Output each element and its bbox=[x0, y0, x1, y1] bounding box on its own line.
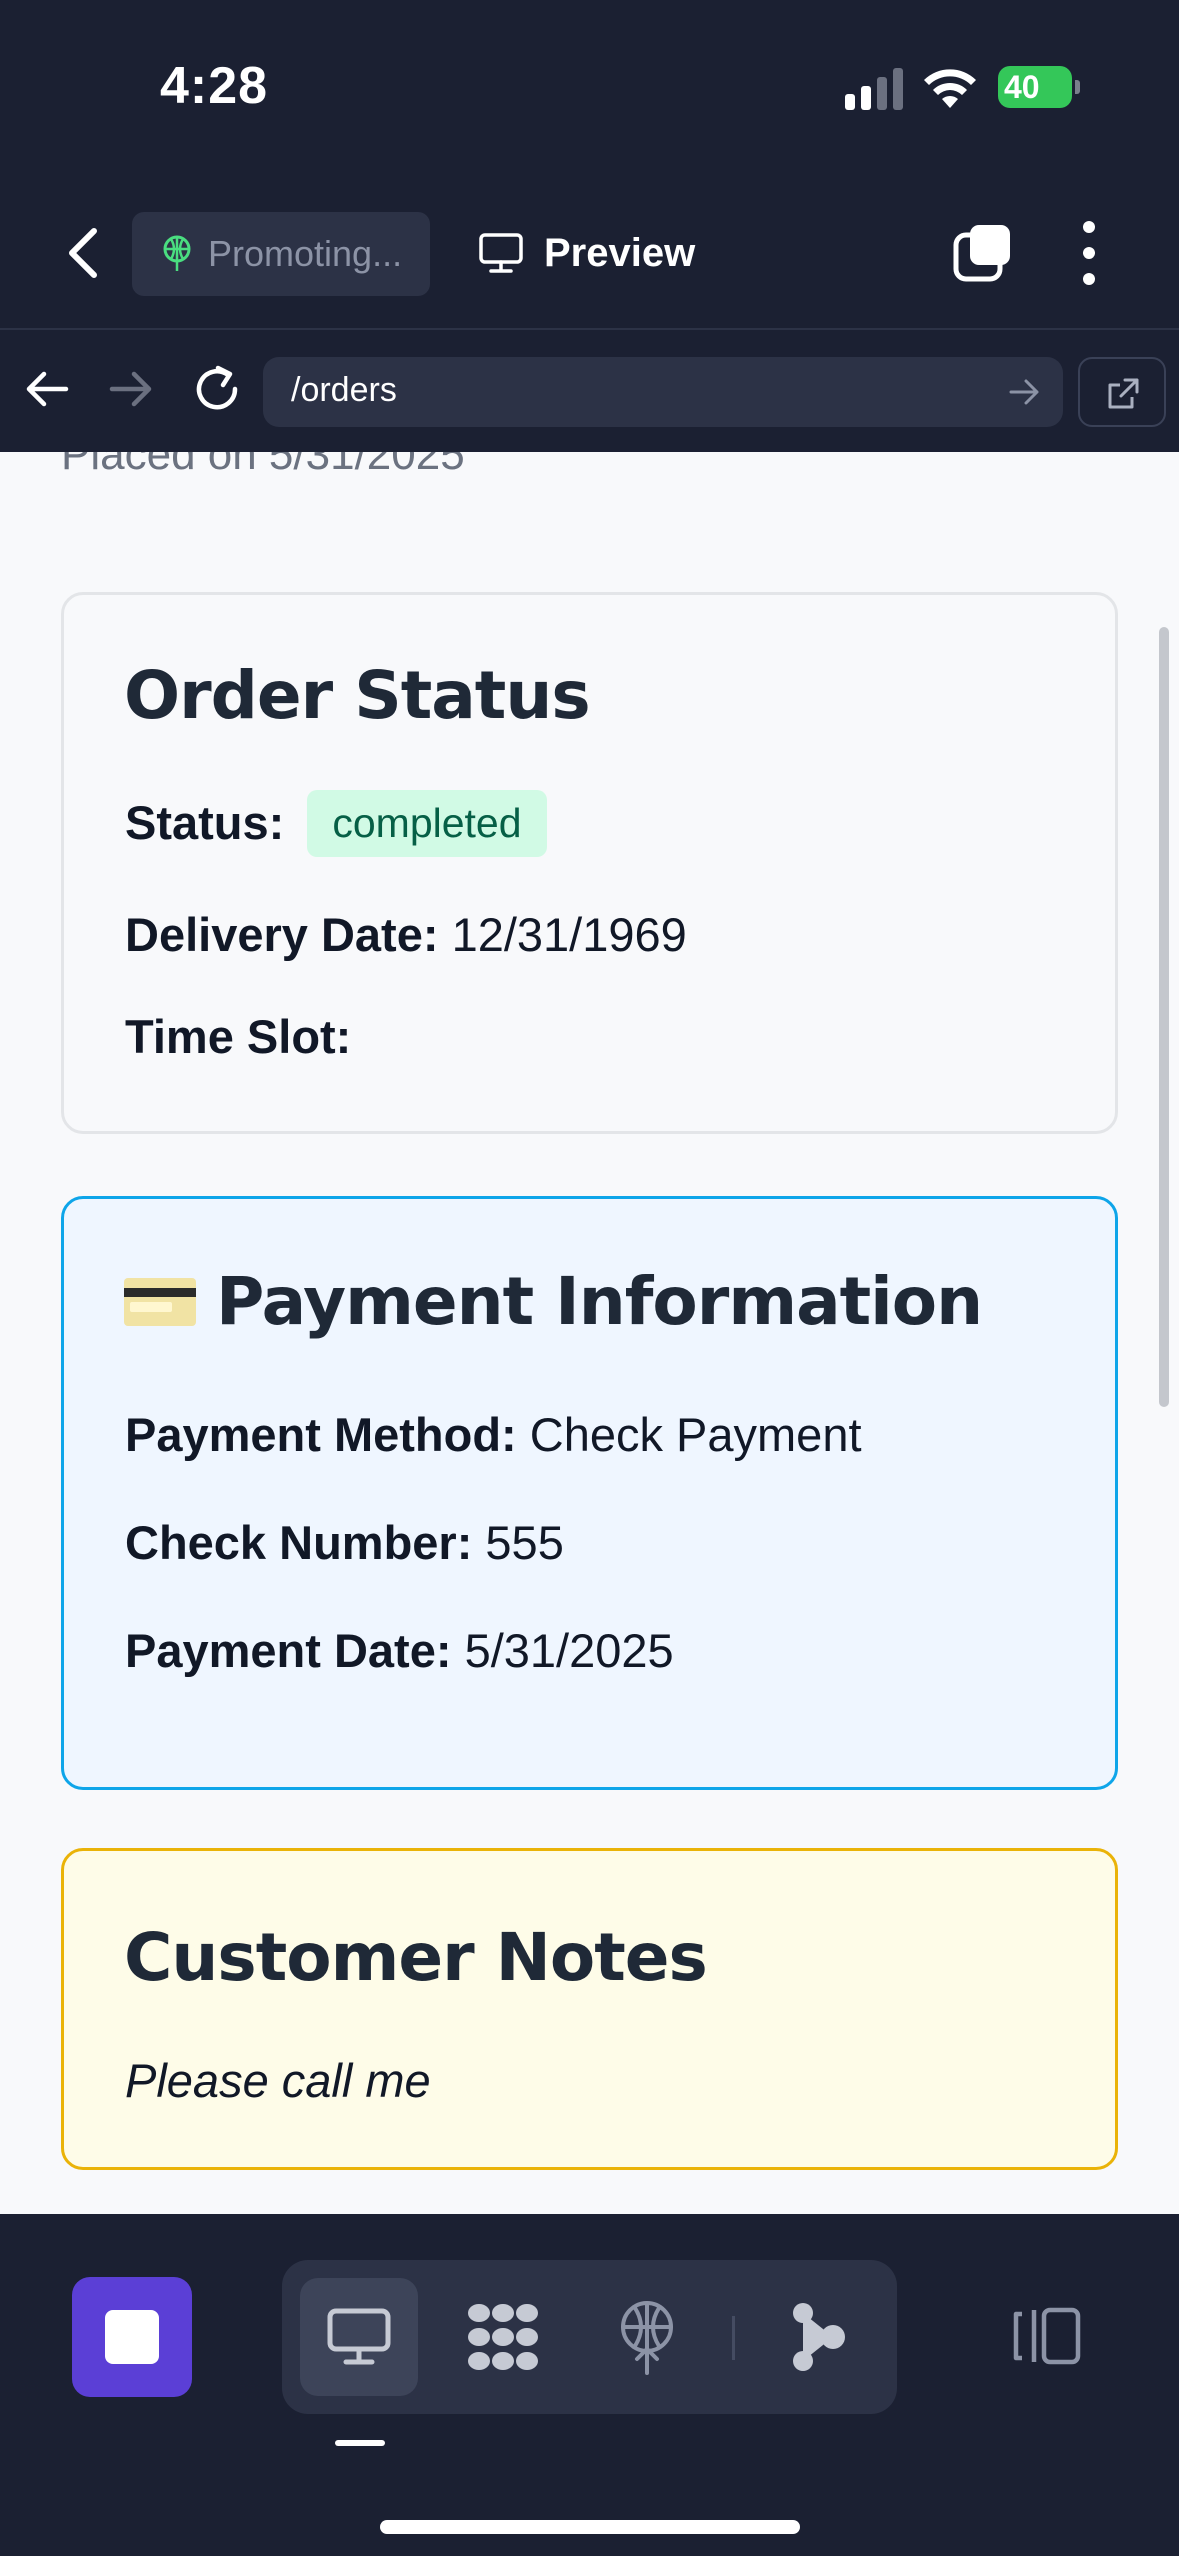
home-indicator bbox=[380, 2520, 800, 2534]
app-toolbar: Promoting... Preview bbox=[0, 175, 1179, 330]
desktop-view-button[interactable] bbox=[300, 2278, 418, 2396]
mode-separator bbox=[732, 2316, 735, 2360]
scrollbar[interactable] bbox=[1159, 627, 1169, 1407]
battery-level: 40 bbox=[998, 66, 1072, 108]
payment-info-heading: Payment Information bbox=[124, 1263, 983, 1340]
browser-bar: /orders bbox=[0, 332, 1179, 452]
customer-notes-title: Customer Notes bbox=[124, 1919, 708, 1996]
url-field[interactable]: /orders bbox=[263, 357, 1063, 427]
credit-card-icon bbox=[124, 1277, 196, 1326]
payment-info-card: Payment Information Payment Method: Chec… bbox=[61, 1196, 1118, 1790]
browser-back-icon[interactable] bbox=[22, 364, 72, 414]
order-status-card: Order Status Status: completed Delivery … bbox=[61, 592, 1118, 1134]
delivery-date-value: 12/31/1969 bbox=[451, 908, 687, 961]
check-number-row: Check Number: 555 bbox=[125, 1515, 564, 1570]
payment-info-title: Payment Information bbox=[216, 1263, 983, 1340]
time-slot-row: Time Slot: bbox=[125, 1009, 351, 1064]
back-chevron-icon[interactable] bbox=[60, 225, 110, 281]
reload-icon[interactable] bbox=[190, 362, 244, 416]
battery-icon: 40 bbox=[998, 66, 1080, 108]
share-view-button[interactable] bbox=[760, 2278, 878, 2396]
payment-method-row: Payment Method: Check Payment bbox=[125, 1407, 862, 1462]
wifi-icon bbox=[924, 69, 976, 108]
dots-grid-icon bbox=[468, 2304, 538, 2370]
tabs-icon[interactable] bbox=[953, 223, 1013, 283]
placed-on-date: Placed on 5/31/2025 bbox=[61, 452, 465, 479]
status-row: Status: completed bbox=[125, 790, 547, 860]
bottom-toolbar bbox=[0, 2214, 1179, 2556]
monitor-icon bbox=[327, 2308, 391, 2365]
promoting-label: Promoting... bbox=[208, 233, 403, 274]
globe-tower-icon bbox=[163, 235, 191, 271]
stop-icon bbox=[105, 2310, 159, 2364]
url-text: /orders bbox=[291, 371, 397, 409]
web-content[interactable]: Placed on 5/31/2025 Order Status Status:… bbox=[0, 452, 1179, 2214]
preview-label: Preview bbox=[544, 230, 696, 275]
stop-button[interactable] bbox=[72, 2277, 192, 2397]
publish-view-button[interactable] bbox=[588, 2278, 706, 2396]
monitor-icon bbox=[479, 233, 523, 273]
open-external-button[interactable] bbox=[1078, 357, 1166, 427]
payment-date-label: Payment Date: bbox=[125, 1624, 452, 1677]
payment-method-value: Check Payment bbox=[529, 1408, 862, 1461]
status-badge: completed bbox=[307, 790, 547, 857]
active-mode-indicator bbox=[335, 2440, 385, 2446]
payment-date-value: 5/31/2025 bbox=[464, 1624, 674, 1677]
view-mode-group bbox=[282, 2260, 897, 2414]
customer-notes-card: Customer Notes Please call me bbox=[61, 1848, 1118, 2170]
customer-note-text: Please call me bbox=[125, 2054, 431, 2107]
cell-signal-icon bbox=[845, 68, 903, 110]
delivery-date-label: Delivery Date: bbox=[125, 908, 439, 961]
time-slot-label: Time Slot: bbox=[125, 1010, 352, 1063]
promoting-pill[interactable]: Promoting... bbox=[132, 212, 430, 296]
status-time: 4:28 bbox=[160, 57, 269, 115]
payment-method-label: Payment Method: bbox=[125, 1408, 517, 1461]
order-status-title: Order Status bbox=[124, 657, 591, 734]
check-number-label: Check Number: bbox=[125, 1516, 473, 1569]
more-options-icon[interactable] bbox=[1070, 219, 1108, 287]
delivery-date-row: Delivery Date: 12/31/1969 bbox=[125, 907, 687, 962]
status-label: Status: bbox=[125, 795, 285, 849]
check-number-value: 555 bbox=[485, 1516, 564, 1569]
ios-status-bar: 4:28 40 bbox=[0, 0, 1179, 175]
external-link-icon bbox=[1108, 378, 1139, 409]
globe-upload-icon bbox=[621, 2301, 673, 2375]
share-nodes-icon bbox=[793, 2303, 845, 2371]
go-arrow-icon[interactable] bbox=[1007, 375, 1041, 409]
browser-forward-icon[interactable] bbox=[106, 364, 156, 414]
payment-date-row: Payment Date: 5/31/2025 bbox=[125, 1623, 674, 1678]
side-panel-icon[interactable] bbox=[1010, 2306, 1082, 2366]
preview-button[interactable]: Preview bbox=[478, 225, 695, 281]
components-view-button[interactable] bbox=[444, 2278, 562, 2396]
